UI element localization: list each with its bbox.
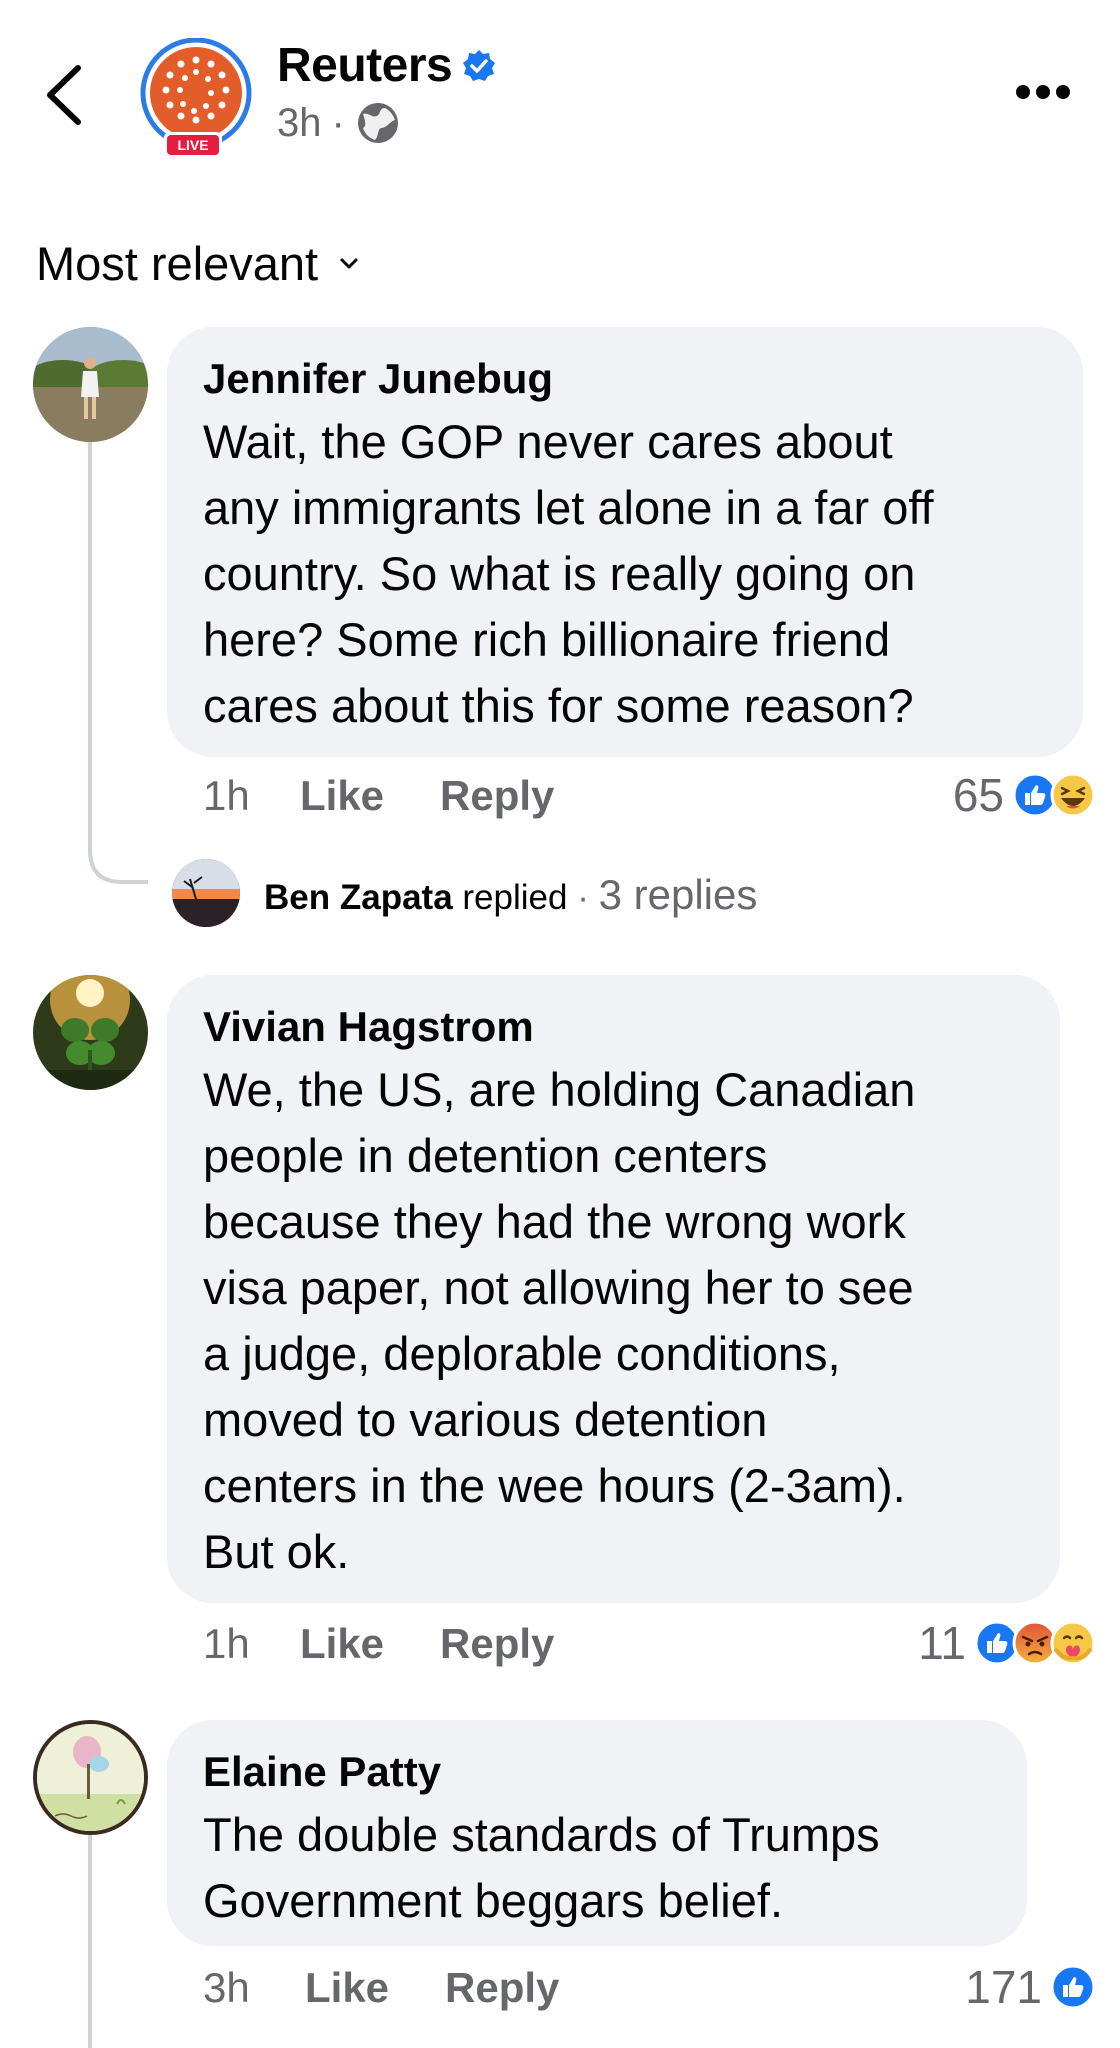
reaction-count: 65 xyxy=(952,769,1004,821)
reaction-count: 171 xyxy=(965,1961,1042,2013)
comment-text-line: But ok. xyxy=(203,1525,350,1578)
live-badge: LIVE xyxy=(177,137,209,153)
sort-label: Most relevant xyxy=(36,237,319,290)
thread-line xyxy=(88,442,92,837)
comment-text-line: The double standards of Trumps xyxy=(203,1808,880,1861)
comment-text-line: Wait, the GOP never cares about xyxy=(203,415,893,468)
reply-separator: · xyxy=(577,878,589,917)
comment-text-line: country. So what is really going on xyxy=(203,547,916,600)
comment-text-line: visa paper, not allowing her to see xyxy=(203,1261,914,1314)
comment-text-line: here? Some rich billionaire friend xyxy=(203,613,891,666)
avatar[interactable] xyxy=(172,859,240,927)
avatar[interactable] xyxy=(33,327,148,442)
comment-time: 1h xyxy=(203,772,250,819)
page-name[interactable]: Reuters xyxy=(277,38,496,93)
like-button[interactable]: Like xyxy=(305,1964,389,2012)
reaction-summary[interactable]: 171 xyxy=(965,1960,1096,2014)
comment-text-line: centers in the wee hours (2-3am). xyxy=(203,1459,906,1512)
comment-bubble[interactable]: Jennifer Junebug Wait, the GOP never car… xyxy=(167,327,1083,757)
comment-author[interactable]: Elaine Patty xyxy=(203,1748,441,1796)
comment-author[interactable]: Jennifer Junebug xyxy=(203,355,553,403)
avatar[interactable] xyxy=(33,975,148,1090)
post-time: 3h xyxy=(277,100,322,145)
care-reaction-icon xyxy=(1050,1620,1096,1666)
reply-action: replied xyxy=(462,878,568,917)
comment-text-line: moved to various detention xyxy=(203,1393,768,1446)
reaction-count: 11 xyxy=(918,1617,966,1669)
post-meta: 3h · xyxy=(277,100,401,146)
reply-button[interactable]: Reply xyxy=(445,1964,559,2012)
view-replies-link[interactable]: 3 replies xyxy=(599,871,758,918)
back-chevron-icon[interactable] xyxy=(40,60,90,130)
user-photo-icon xyxy=(172,859,240,927)
replies-summary[interactable]: Ben Zapata replied · 3 replies xyxy=(264,871,757,919)
comment-bubble[interactable]: Elaine Patty The double standards of Tru… xyxy=(167,1720,1027,1946)
comment-time: 3h xyxy=(203,1964,250,2011)
comment-text-line: a judge, deplorable conditions, xyxy=(203,1327,841,1380)
thread-line xyxy=(88,1835,92,2048)
like-button[interactable]: Like xyxy=(300,1620,384,1668)
comment-author[interactable]: Vivian Hagstrom xyxy=(203,1003,534,1051)
comment-bubble[interactable]: Vivian Hagstrom We, the US, are holding … xyxy=(167,975,1060,1603)
like-reaction-icon xyxy=(1050,1964,1096,2010)
reaction-summary[interactable]: 65 xyxy=(953,768,1096,822)
meta-separator: · xyxy=(331,100,345,145)
reply-button[interactable]: Reply xyxy=(440,1620,554,1668)
reply-author: Ben Zapata xyxy=(264,878,453,917)
user-photo-icon xyxy=(37,1724,144,1831)
chevron-down-icon xyxy=(340,258,358,268)
user-photo-icon xyxy=(33,327,148,442)
comment-text-line: because they had the wrong work xyxy=(203,1195,906,1248)
globe-icon xyxy=(357,103,398,143)
thread-curve xyxy=(88,830,148,884)
avatar[interactable] xyxy=(33,1720,148,1835)
user-photo-icon xyxy=(33,975,148,1090)
comment-text-line: Government beggars belief. xyxy=(203,1874,783,1927)
comment-time: 1h xyxy=(203,1620,250,1667)
page-name-text: Reuters xyxy=(277,39,453,92)
comment-text-line: cares about this for some reason? xyxy=(203,679,914,732)
more-options-icon[interactable] xyxy=(1014,82,1072,102)
comment-text-line: any immigrants let alone in a far off xyxy=(203,481,934,534)
comment-text-line: people in detention centers xyxy=(203,1129,768,1182)
reply-button[interactable]: Reply xyxy=(440,772,554,820)
page-avatar[interactable]: LIVE xyxy=(136,37,256,158)
verified-badge-icon xyxy=(463,49,496,81)
haha-reaction-icon xyxy=(1050,772,1096,818)
like-button[interactable]: Like xyxy=(300,772,384,820)
reaction-summary[interactable]: 11 xyxy=(918,1616,1096,1670)
sort-dropdown[interactable]: Most relevant xyxy=(36,236,358,291)
comment-text-line: We, the US, are holding Canadian xyxy=(203,1063,916,1116)
